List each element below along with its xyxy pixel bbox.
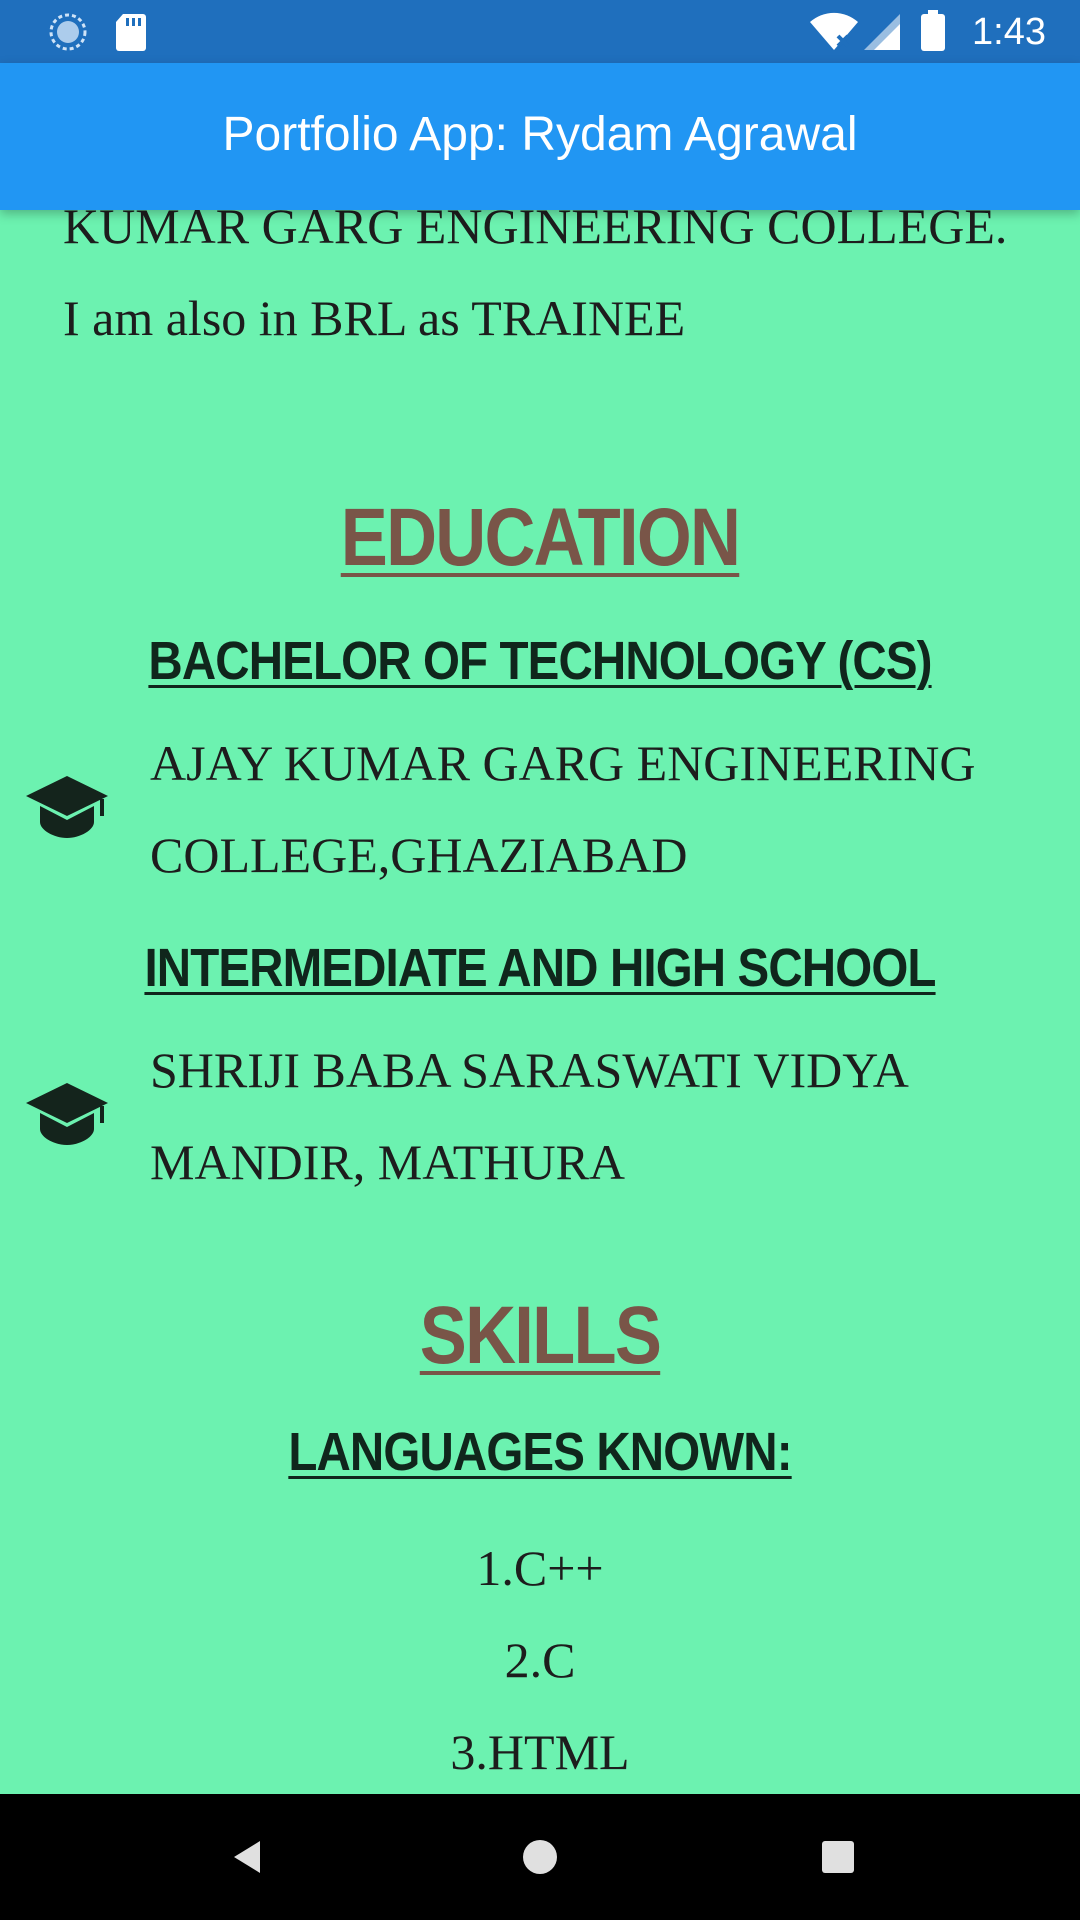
institution-line: SHRIJI BABA SARASWATI VIDYA — [150, 1042, 909, 1098]
institution-line: MANDIR, MATHURA — [150, 1134, 626, 1190]
signal-icon — [862, 12, 902, 57]
language-item: 1.C++ — [476, 1540, 604, 1596]
graduation-cap-icon — [24, 1079, 110, 1154]
battery-icon — [920, 10, 946, 57]
app-title: Portfolio App: Rydam Agrawal — [222, 108, 858, 161]
about-text-line: I am also in BRL as TRAINEE — [63, 290, 686, 346]
navigation-bar — [0, 1794, 1080, 1920]
institution-name: SHRIJI BABA SARASWATI VIDYA MANDIR, MATH… — [150, 1024, 1050, 1208]
app-bar: Portfolio App: Rydam Agrawal — [0, 63, 1080, 210]
skills-title: SKILLS — [419, 1290, 662, 1381]
degree-heading: BACHELOR OF TECHNOLOGY (CS) — [148, 631, 932, 691]
language-item: 3.HTML — [450, 1724, 630, 1780]
status-time: 1:43 — [972, 11, 1046, 53]
degree-heading: INTERMEDIATE AND HIGH SCHOOL — [144, 938, 936, 998]
portfolio-content[interactable]: KUMAR GARG ENGINEERING COLLEGE. I am als… — [0, 210, 1080, 1794]
recents-icon[interactable] — [808, 1827, 868, 1892]
back-icon[interactable] — [220, 1827, 280, 1892]
graduation-cap-icon — [24, 772, 110, 847]
wifi-icon — [808, 10, 860, 57]
sd-card-icon — [115, 12, 147, 57]
education-entry: SHRIJI BABA SARASWATI VIDYA MANDIR, MATH… — [0, 1024, 1080, 1208]
education-entry: AJAY KUMAR GARG ENGINEERING COLLEGE,GHAZ… — [0, 717, 1080, 901]
language-item: 2.C — [504, 1632, 576, 1688]
languages-heading: LANGUAGES KNOWN: — [288, 1422, 792, 1482]
education-title: EDUCATION — [340, 492, 741, 583]
status-bar: 1:43 — [0, 0, 1080, 63]
institution-line: COLLEGE,GHAZIABAD — [150, 827, 688, 883]
sync-icon — [48, 12, 88, 57]
home-icon[interactable] — [510, 1827, 570, 1892]
institution-line: AJAY KUMAR GARG ENGINEERING — [150, 735, 976, 791]
institution-name: AJAY KUMAR GARG ENGINEERING COLLEGE,GHAZ… — [150, 717, 1050, 901]
about-text-line: KUMAR GARG ENGINEERING COLLEGE. — [63, 210, 1008, 254]
